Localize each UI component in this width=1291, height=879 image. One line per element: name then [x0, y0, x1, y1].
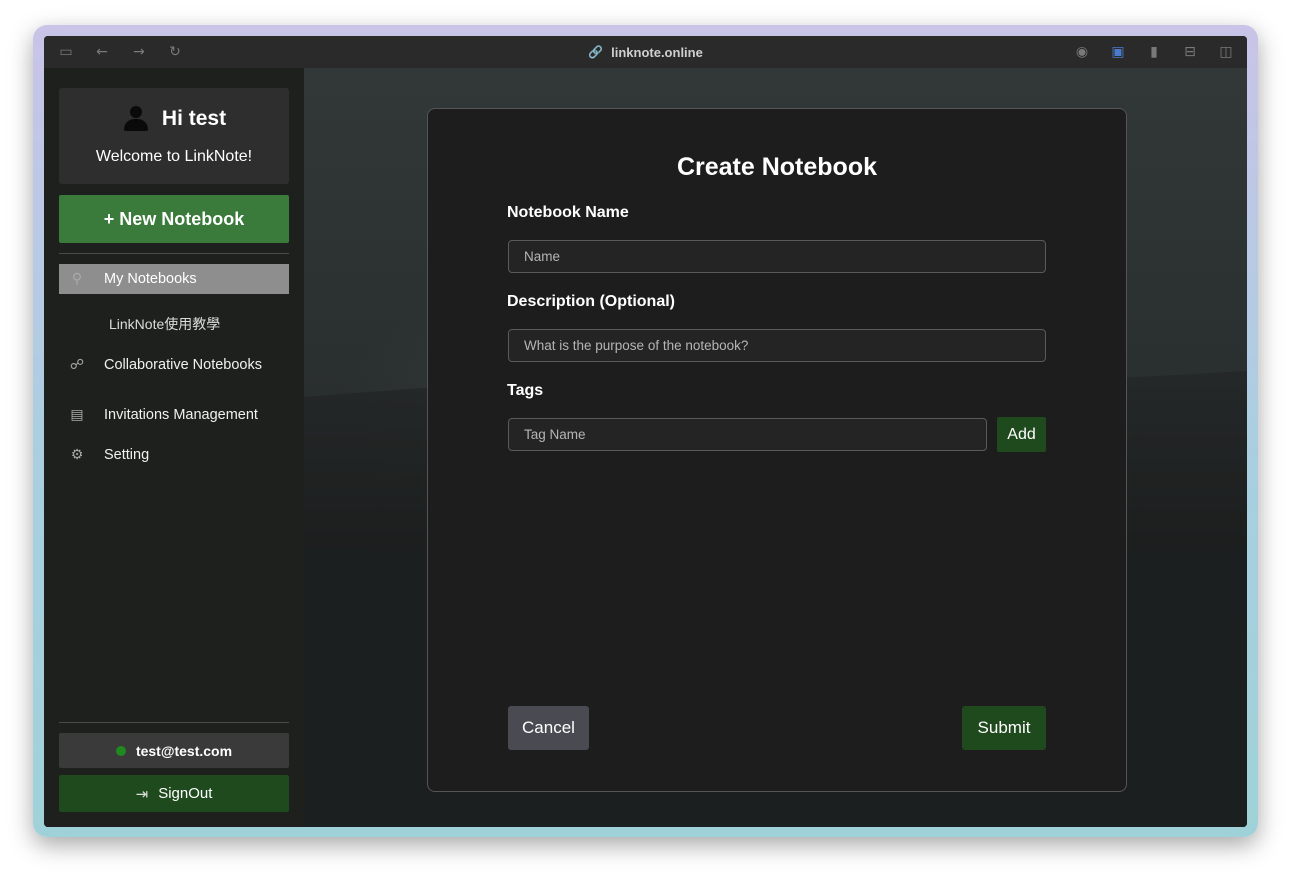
reader-icon[interactable]: ⊟: [1182, 44, 1198, 60]
online-status-icon: [115, 745, 126, 756]
user-icon: [122, 106, 150, 132]
extension-icon[interactable]: ▮: [1146, 44, 1162, 60]
browser-toolbar: ▭ ← → ↻ 🔗 linknote.online ◉ ▣ ▮ ⊟ ◫: [44, 36, 1247, 68]
sidebar-item-setting[interactable]: ⚙ Setting: [59, 440, 289, 470]
sidebar-item-invitations[interactable]: ▤ Invitations Management: [59, 400, 289, 430]
add-tag-button[interactable]: Add: [997, 417, 1046, 452]
new-notebook-button[interactable]: + New Notebook: [59, 195, 289, 243]
submit-button[interactable]: Submit: [962, 706, 1046, 750]
url-text: linknote.online: [611, 44, 703, 60]
camera-icon[interactable]: ◉: [1074, 44, 1090, 60]
person-icon: ⚲: [71, 271, 83, 287]
notebook-name-label: Notebook Name: [507, 204, 629, 221]
tags-label: Tags: [507, 382, 544, 399]
create-notebook-modal: Create Notebook Notebook Name Descriptio…: [427, 108, 1127, 792]
user-email-badge: test@test.com: [59, 733, 289, 768]
group-icon: ☍: [69, 357, 85, 373]
sidebar: Hi test Welcome to LinkNote! + New Noteb…: [44, 68, 304, 827]
logout-icon: ⇥: [135, 784, 149, 803]
gear-icon: ⚙: [70, 447, 84, 463]
tag-name-input[interactable]: [508, 418, 987, 451]
welcome-text: Welcome to LinkNote!: [95, 148, 253, 165]
description-label: Description (Optional): [507, 293, 675, 310]
greeting-text: Hi test: [161, 107, 227, 130]
description-input[interactable]: [508, 329, 1046, 362]
address-bar[interactable]: 🔗 linknote.online: [44, 36, 1247, 68]
signout-button[interactable]: ⇥ SignOut: [59, 775, 289, 812]
sidebar-item-collaborative[interactable]: ☍ Collaborative Notebooks: [59, 350, 289, 380]
sidebar-item-label: My Notebooks: [104, 271, 197, 287]
signout-label: SignOut: [158, 785, 213, 802]
sidebar-bottom-divider: [59, 722, 289, 723]
greeting-card: Hi test Welcome to LinkNote!: [59, 88, 289, 184]
sidebar-item-my-notebooks[interactable]: ⚲ My Notebooks: [59, 264, 289, 294]
sidebar-subitem-notebook[interactable]: LinkNote使用教學: [109, 314, 220, 334]
split-view-icon[interactable]: ◫: [1218, 44, 1234, 60]
document-icon: ▤: [70, 407, 84, 423]
user-email: test@test.com: [135, 742, 233, 759]
modal-title: Create Notebook: [676, 153, 878, 181]
translate-icon[interactable]: ▣: [1110, 44, 1126, 60]
sidebar-divider: [59, 253, 289, 254]
notebook-name-input[interactable]: [508, 240, 1046, 273]
sidebar-item-label: Setting: [104, 447, 150, 463]
sidebar-item-label: Collaborative Notebooks: [104, 357, 262, 373]
sidebar-item-label: Invitations Management: [104, 407, 258, 423]
link-icon: 🔗: [588, 45, 604, 59]
cancel-button[interactable]: Cancel: [508, 706, 589, 750]
